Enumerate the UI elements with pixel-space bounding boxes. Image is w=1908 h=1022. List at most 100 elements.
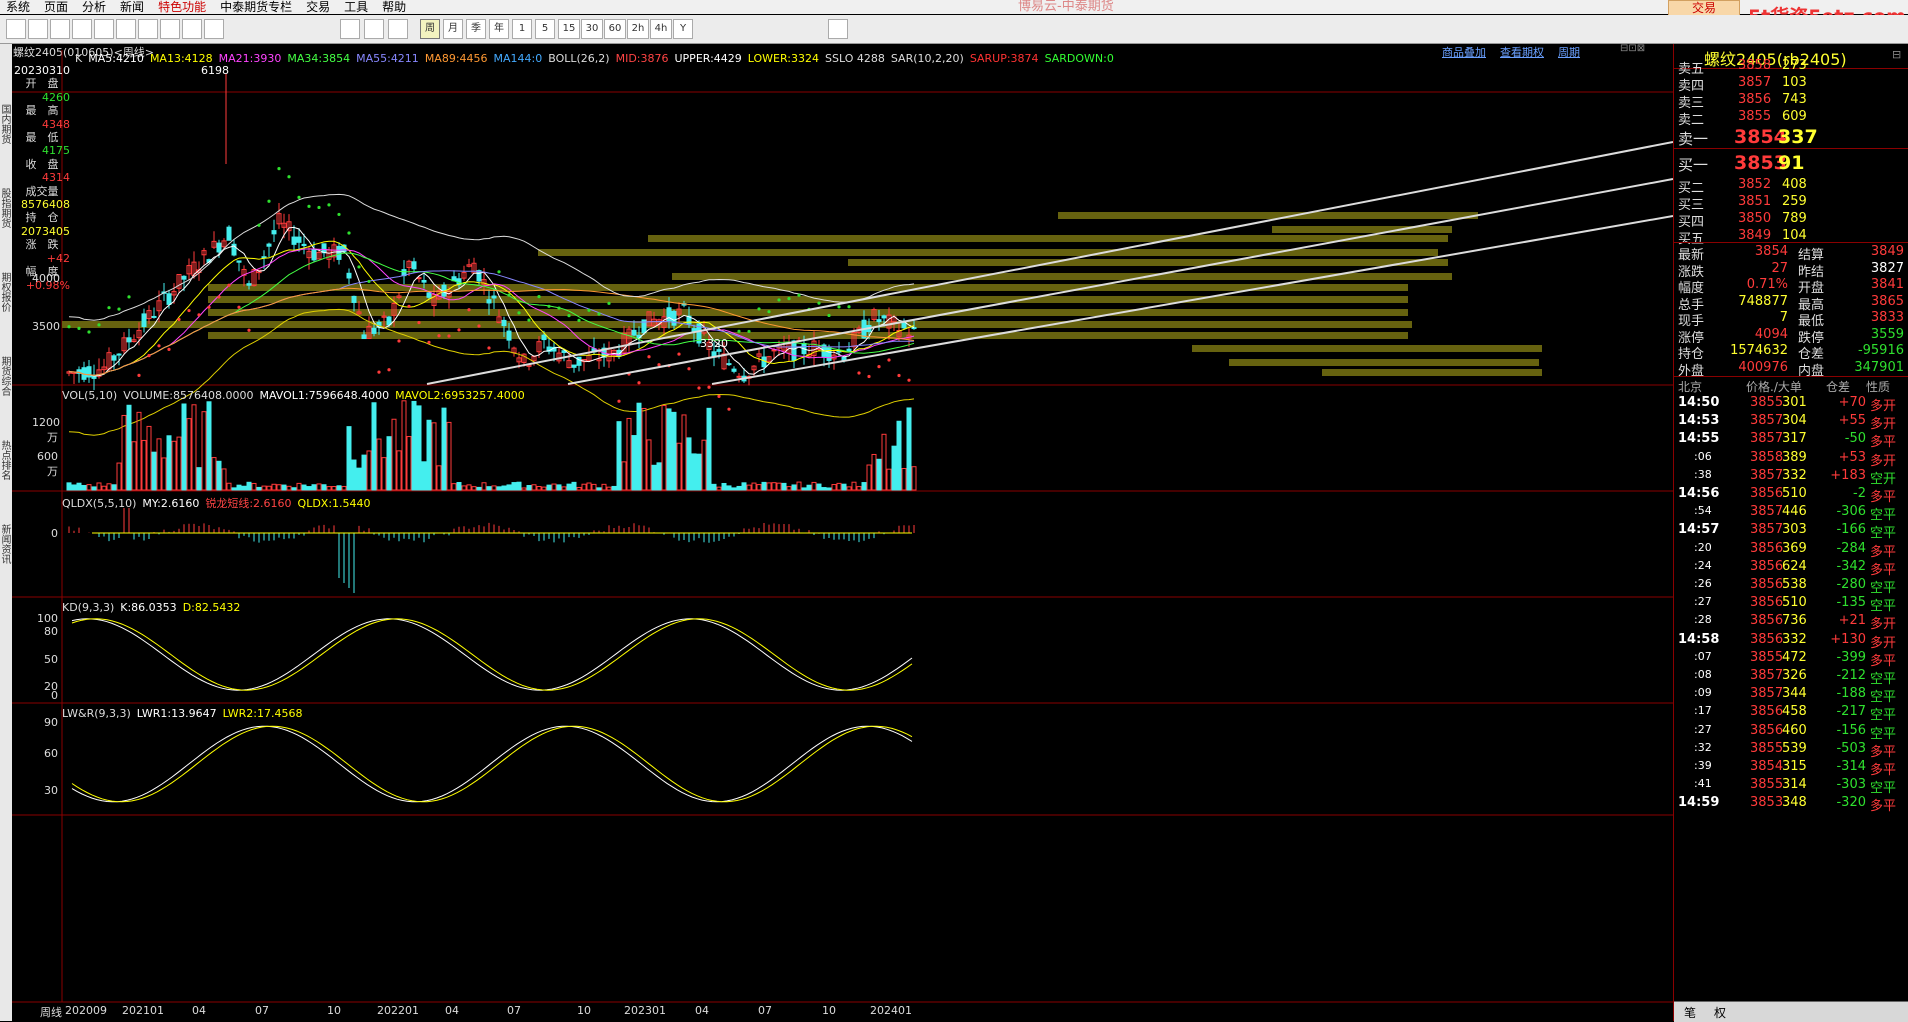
table-icon[interactable] (340, 19, 360, 39)
tick-header-col: 北京 (1678, 380, 1703, 394)
lwr-header-item-1: LWR1:13.9647 (136, 707, 217, 720)
tick-header-col: 价格 (1746, 380, 1771, 394)
tab-ticks[interactable]: 笔 (1684, 1004, 1696, 1021)
kd-header-item-1: K:86.0353 (120, 601, 177, 614)
menu-item-4[interactable]: 特色功能 (152, 0, 214, 14)
tick-nature: 空平 (1870, 526, 1897, 542)
ask-price[interactable]: 3858 (1738, 58, 1771, 73)
kd-header: KD(9,3,3) K:86.0353 D:82.5432 (62, 601, 246, 614)
tick-time: :32 (1694, 740, 1712, 754)
x-label-5: 10 (327, 1004, 341, 1017)
ask-price[interactable]: 3855 (1738, 109, 1771, 124)
filter-icon[interactable] (182, 19, 202, 39)
ask-volume: 273 (1782, 58, 1807, 73)
tick-oi-change: -303 (1836, 777, 1866, 793)
period-button-2[interactable]: 季 (466, 19, 486, 39)
zoom-out-icon[interactable] (116, 19, 136, 39)
menu-item-3[interactable]: 新闻 (114, 0, 152, 14)
tick-row: :38 3857 332 +183 空开 (1674, 468, 1908, 488)
refresh-icon[interactable] (72, 19, 92, 39)
menu-item-1[interactable]: 页面 (38, 0, 76, 14)
period-button-8[interactable]: 60 (604, 19, 626, 39)
vol-header-item-2: MAVOL1:7596648.4000 (259, 389, 390, 402)
left-tab-5[interactable]: 新闻资讯 (0, 524, 12, 564)
x-label-11: 04 (695, 1004, 709, 1017)
left-tab-3[interactable]: 期货综合 (0, 356, 12, 396)
tick-price: 3856 (1750, 704, 1784, 720)
calendar-icon[interactable] (828, 19, 848, 39)
quote-panel: 螺纹2405(rb2405) ⊟ 卖五 3858 273 卖四 3857 103 卖三 385… (1673, 44, 1908, 1022)
period-button-0[interactable]: 周 (420, 19, 440, 39)
bid-price[interactable]: 3851 (1738, 194, 1771, 209)
window-icon[interactable] (138, 19, 158, 39)
tick-oi-change: +53 (1838, 449, 1866, 465)
bid-price[interactable]: 3849 (1738, 228, 1771, 243)
tick-oi-change: -2 (1853, 486, 1866, 501)
qldx-header-item-2: 锐龙短线:2.6160 (205, 497, 292, 510)
tick-time: 14:59 (1678, 795, 1720, 811)
ask-volume: 743 (1782, 92, 1807, 107)
menu-item-5[interactable]: 中泰期货专栏 (214, 0, 300, 14)
tick-nature: 空开 (1870, 471, 1897, 487)
paint-icon[interactable] (160, 19, 180, 39)
ask-price[interactable]: 3857 (1738, 75, 1771, 90)
bottom-tabs: 笔 权 (1674, 1001, 1908, 1022)
left-tab-4[interactable]: 热点排名 (0, 440, 12, 480)
info-label-0: 20230310 (14, 64, 70, 77)
menu-item-7[interactable]: 工具 (338, 0, 376, 14)
folder-icon[interactable] (28, 19, 48, 39)
tick-price: 3858 (1750, 449, 1784, 465)
divider (1674, 242, 1908, 243)
menu-item-6[interactable]: 交易 (300, 0, 338, 14)
line-chart-icon[interactable] (364, 19, 384, 39)
period-button-5[interactable]: 5 (535, 19, 555, 39)
tick-oi-change: -503 (1836, 740, 1866, 756)
chart-area[interactable]: 螺纹2405(010605)<周线> 商品叠加 查看期权 周期 ⊟⊡⊠ K MA5:4… (12, 43, 1673, 1021)
tick-row: :07 3855 472 -399 多平 (1674, 650, 1908, 670)
menu-item-2[interactable]: 分析 (76, 0, 114, 14)
ask-volume: 609 (1782, 109, 1807, 124)
toolbar: 周月季年 1 5 15 30 60 2h 4h Y (0, 15, 1908, 44)
info-value-7: +42 (46, 251, 70, 265)
tick-row: 14:59 3853 348 -320 多平 (1674, 795, 1908, 815)
trade-button[interactable]: 交易 (1668, 0, 1740, 16)
tick-time: :17 (1694, 704, 1712, 718)
tab-rights[interactable]: 权 (1714, 1004, 1726, 1021)
home-icon[interactable] (6, 19, 26, 39)
left-tab-0[interactable]: 国内期货 (0, 104, 12, 144)
left-tab-2[interactable]: 期权报价 (0, 272, 12, 312)
tick-row: 14:56 3856 510 -2 多平 (1674, 486, 1908, 506)
volume-bars (66, 400, 917, 491)
y-label: 90 (44, 716, 58, 729)
tick-volume: 446 (1782, 504, 1807, 520)
tick-price: 3856 (1750, 613, 1784, 629)
period-button-4[interactable]: 1 (512, 19, 532, 39)
news-icon[interactable] (50, 19, 70, 39)
tick-price: 3857 (1750, 504, 1784, 520)
period-button-1[interactable]: 月 (443, 19, 463, 39)
bid-price[interactable]: 3850 (1738, 211, 1771, 226)
menu-item-8[interactable]: 帮助 (376, 0, 414, 14)
period-button-11[interactable]: Y (673, 19, 693, 39)
zoom-in-icon[interactable] (94, 19, 114, 39)
chart-canvas[interactable] (12, 44, 1673, 1021)
menu-item-0[interactable]: 系统 (0, 0, 38, 14)
period-button-3[interactable]: 年 (489, 19, 509, 39)
y-label: 80 (44, 625, 58, 638)
tick-nature: 空平 (1870, 726, 1897, 742)
stat-value: 4094 (1754, 326, 1788, 342)
tick-icon[interactable] (388, 19, 408, 39)
left-tab-1[interactable]: 股指期货 (0, 188, 12, 228)
ask-price[interactable]: 3856 (1738, 92, 1771, 107)
bid-price[interactable]: 3852 (1738, 177, 1771, 192)
period-button-9[interactable]: 2h (627, 19, 649, 39)
period-button-7[interactable]: 30 (581, 19, 603, 39)
period-button-10[interactable]: 4h (650, 19, 672, 39)
tick-time: 14:55 (1678, 431, 1720, 447)
tools-icon[interactable] (204, 19, 224, 39)
tick-price: 3856 (1750, 558, 1784, 574)
info-label-7: 涨 跌 (25, 238, 59, 252)
tick-volume: 458 (1782, 704, 1807, 720)
divider (1674, 376, 1908, 377)
period-button-6[interactable]: 15 (558, 19, 580, 39)
